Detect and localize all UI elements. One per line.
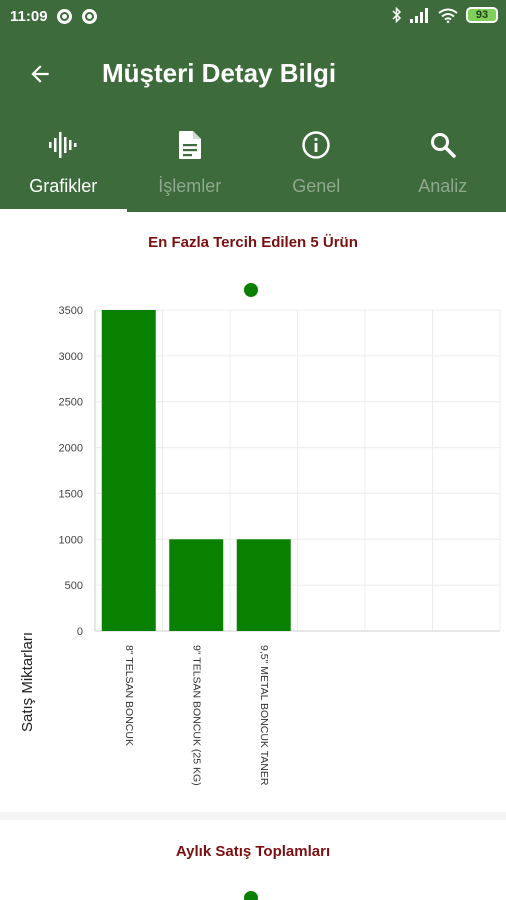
- tab-label: Genel: [292, 176, 341, 196]
- status-bar: 11:09 93: [0, 0, 506, 34]
- back-button[interactable]: [22, 56, 58, 92]
- signal-icon: [410, 7, 428, 23]
- tab-analiz[interactable]: Analiz: [380, 114, 506, 212]
- x-tick-label: 9" TELSAN BONCUK (25 KG): [190, 645, 202, 786]
- search-icon: [429, 128, 457, 162]
- legend-marker: [244, 891, 258, 900]
- y-axis-label: Satış Miktarları: [19, 632, 36, 732]
- card-divider: [0, 812, 506, 820]
- tab-islemler[interactable]: İşlemler: [127, 114, 254, 212]
- y-tick-label: 2500: [59, 397, 83, 409]
- y-tick-label: 1500: [59, 488, 83, 500]
- x-tick-label: 9,5" METAL BONCUK TANER: [258, 645, 270, 786]
- x-tick-label: 8" TELSAN BONCUK: [123, 645, 135, 746]
- tab-label: İşlemler: [158, 176, 222, 196]
- info-icon: [301, 128, 331, 162]
- bar: [169, 539, 224, 631]
- y-tick-label: 0: [77, 626, 83, 638]
- arrow-back-icon: [31, 65, 49, 83]
- bluetooth-icon: [392, 7, 402, 23]
- status-icons: 93: [392, 7, 498, 23]
- notification-icon: [82, 9, 97, 24]
- y-tick-label: 3000: [59, 351, 83, 363]
- bar: [236, 539, 291, 631]
- tab-grafikler[interactable]: Grafikler: [0, 114, 127, 212]
- tab-label: Grafikler: [29, 176, 98, 196]
- document-icon: [177, 128, 203, 162]
- tab-label: Analiz: [418, 176, 468, 196]
- y-tick-label: 3500: [59, 305, 83, 317]
- tab-bar: Grafikler İşlemler Genel Analiz: [0, 114, 506, 212]
- y-tick-label: 1000: [59, 534, 83, 546]
- bar-chart: 0 500 1000 1500 2000 2500 3000 3500 8" TELSAN B…: [19, 305, 501, 786]
- tab-genel[interactable]: Genel: [253, 114, 380, 212]
- notification-icon: [57, 9, 72, 24]
- section-title: Aylık Satış Toplamları: [175, 843, 331, 860]
- waveform-icon: [48, 128, 78, 162]
- battery-indicator: 93: [466, 7, 498, 23]
- page-title: Müşteri Detay Bilgi: [102, 58, 337, 88]
- y-tick-label: 2000: [59, 443, 83, 455]
- wifi-icon: [438, 8, 458, 23]
- status-time: 11:09: [10, 8, 48, 25]
- app-bar: Müşteri Detay Bilgi: [0, 34, 506, 114]
- content-area[interactable]: En Fazla Tercih Edilen 5 Ürün 0 500 1000 15…: [0, 212, 506, 900]
- y-tick-label: 500: [65, 580, 83, 592]
- bar: [101, 310, 156, 631]
